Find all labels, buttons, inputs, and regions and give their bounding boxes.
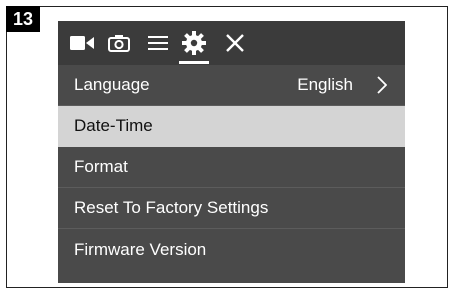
- photo-camera-icon[interactable]: [107, 21, 131, 65]
- step-number: 13: [12, 8, 34, 29]
- top-toolbar: [58, 21, 405, 65]
- menu-item-label: Language: [74, 75, 150, 94]
- close-icon[interactable]: [223, 21, 247, 65]
- language-value: English: [297, 75, 353, 94]
- device-screen: Language English Date-Time Format Reset …: [58, 21, 405, 283]
- active-tab-indicator: [179, 61, 209, 64]
- menu-item-reset[interactable]: Reset To Factory Settings: [58, 188, 405, 229]
- step-number-badge: 13: [6, 6, 40, 32]
- menu-item-language[interactable]: Language English: [58, 65, 405, 106]
- menu-item-label: Firmware Version: [74, 239, 207, 259]
- menu-item-label: Format: [74, 157, 128, 176]
- gear-icon[interactable]: [181, 21, 207, 65]
- menu-item-label: Date-Time: [74, 116, 153, 135]
- menu-item-label: Reset To Factory Settings: [74, 198, 269, 217]
- chevron-right-icon: [377, 65, 387, 105]
- menu-item-date-time[interactable]: Date-Time: [58, 106, 405, 147]
- menu-item-format[interactable]: Format: [58, 147, 405, 188]
- video-camera-icon[interactable]: [68, 21, 96, 65]
- menu-item-firmware-version[interactable]: Firmware Version: [58, 229, 405, 270]
- menu-icon[interactable]: [147, 21, 169, 65]
- settings-menu: Language English Date-Time Format Reset …: [58, 65, 405, 270]
